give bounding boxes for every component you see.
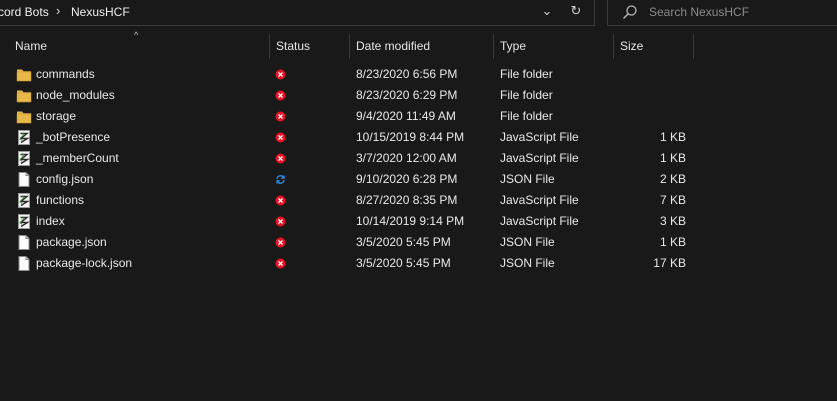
file-name: node_modules <box>36 88 115 102</box>
column-type[interactable]: Type <box>493 33 613 59</box>
column-date-modified[interactable]: Date modified <box>349 33 493 59</box>
file-name: package-lock.json <box>36 256 133 270</box>
file-name: functions <box>36 193 85 207</box>
file-date-modified: 8/23/2020 6:29 PM <box>356 88 458 102</box>
file-date-modified: 10/14/2019 9:14 PM <box>356 214 465 228</box>
file-name: config.json <box>36 172 94 186</box>
javascript-file-icon <box>18 151 30 166</box>
file-row[interactable]: commands 8/23/2020 6:56 PM File folder <box>0 64 700 85</box>
file-row[interactable]: storage 9/4/2020 11:49 AM File folder <box>0 106 700 127</box>
file-row[interactable]: node_modules 8/23/2020 6:29 PM File folde… <box>0 85 700 106</box>
javascript-file-icon <box>18 214 30 229</box>
address-bar[interactable]: cord Bots › NexusHCF ⌄ ↻ <box>0 0 595 26</box>
top-bar: cord Bots › NexusHCF ⌄ ↻ Search NexusHCF <box>0 0 837 27</box>
file-type: JSON File <box>500 256 555 270</box>
file-size: 1 KB <box>659 151 686 165</box>
file-type: JavaScript File <box>500 214 579 228</box>
column-name[interactable]: Name <box>8 33 269 59</box>
column-status[interactable]: Status <box>269 33 349 59</box>
error-status-icon <box>275 69 286 80</box>
file-date-modified: 10/15/2019 8:44 PM <box>356 130 465 144</box>
file-type: File folder <box>500 109 553 123</box>
file-row[interactable]: package.json 3/5/2020 5:45 PM JSON File 1 … <box>0 232 700 253</box>
search-icon <box>622 5 637 20</box>
breadcrumb-current[interactable]: NexusHCF <box>71 5 130 19</box>
file-date-modified: 8/27/2020 8:35 PM <box>356 193 458 207</box>
document-icon <box>18 235 30 250</box>
file-type: JSON File <box>500 172 555 186</box>
file-date-modified: 3/5/2020 5:45 PM <box>356 235 451 249</box>
file-size <box>614 64 686 85</box>
error-status-icon <box>275 90 286 101</box>
file-date-modified: 9/4/2020 11:49 AM <box>356 109 456 123</box>
error-status-icon <box>275 132 286 143</box>
document-icon <box>18 172 30 187</box>
search-input[interactable]: Search NexusHCF <box>649 5 749 19</box>
file-name: storage <box>36 109 77 123</box>
file-size: 3 KB <box>659 214 686 228</box>
file-type: JSON File <box>500 235 555 249</box>
file-row[interactable]: _memberCount 3/7/2020 12:00 AM JavaScript… <box>0 148 700 169</box>
column-divider[interactable] <box>693 34 694 59</box>
file-date-modified: 9/10/2020 6:28 PM <box>356 172 458 186</box>
folder-icon <box>16 111 32 124</box>
folder-icon <box>16 90 32 103</box>
sync-status-icon <box>276 175 285 184</box>
file-date-modified: 3/7/2020 12:00 AM <box>356 151 457 165</box>
error-status-icon <box>275 153 286 164</box>
error-status-icon <box>275 237 286 248</box>
error-status-icon <box>275 258 286 269</box>
file-row[interactable]: package-lock.json 3/5/2020 5:45 PM JSON F… <box>0 253 700 274</box>
file-size: 2 KB <box>659 172 686 186</box>
error-status-icon <box>275 195 286 206</box>
search-box[interactable]: Search NexusHCF <box>607 0 837 26</box>
file-row[interactable]: functions 8/27/2020 8:35 PM JavaScript Fi… <box>0 190 700 211</box>
document-icon <box>18 256 30 271</box>
file-type: File folder <box>500 88 553 102</box>
file-size: 17 KB <box>653 256 686 270</box>
column-size[interactable]: Size <box>613 33 693 59</box>
file-size: 1 KB <box>659 130 686 144</box>
file-size: 7 KB <box>659 193 686 207</box>
file-name: _memberCount <box>36 151 119 165</box>
column-header: ^ Name Status Date modified Type Size <box>0 30 837 60</box>
file-name: commands <box>36 67 95 81</box>
breadcrumb-parent[interactable]: cord Bots <box>0 5 49 19</box>
breadcrumb-separator-icon[interactable]: › <box>56 3 60 18</box>
file-name: index <box>36 214 65 228</box>
file-size <box>614 85 686 106</box>
file-row[interactable]: index 10/14/2019 9:14 PM JavaScript File 3… <box>0 211 700 232</box>
folder-icon <box>16 69 32 82</box>
file-type: File folder <box>500 67 553 81</box>
file-row[interactable]: config.json 9/10/2020 6:28 PM JSON File 2 … <box>0 169 700 190</box>
file-size <box>614 106 686 127</box>
file-date-modified: 8/23/2020 6:56 PM <box>356 67 458 81</box>
address-dropdown-icon[interactable]: ⌄ <box>538 3 556 19</box>
javascript-file-icon <box>18 193 30 208</box>
javascript-file-icon <box>18 130 30 145</box>
error-status-icon <box>275 111 286 122</box>
file-type: JavaScript File <box>500 130 579 144</box>
file-name: package.json <box>36 235 107 249</box>
file-size: 1 KB <box>659 235 686 249</box>
file-type: JavaScript File <box>500 193 579 207</box>
file-name: _botPresence <box>36 130 111 144</box>
file-type: JavaScript File <box>500 151 579 165</box>
error-status-icon <box>275 216 286 227</box>
file-row[interactable]: _botPresence 10/15/2019 8:44 PM JavaScrip… <box>0 127 700 148</box>
refresh-icon[interactable]: ↻ <box>567 3 585 19</box>
file-date-modified: 3/5/2020 5:45 PM <box>356 256 451 270</box>
